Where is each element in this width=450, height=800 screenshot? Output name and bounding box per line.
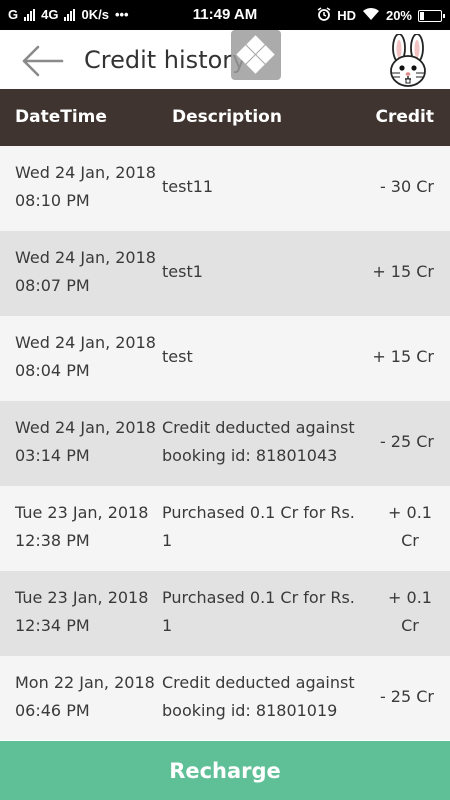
row-description-line: booking id: 81801019 xyxy=(162,701,338,720)
column-header-description: Description xyxy=(172,107,282,127)
row-description: test1 xyxy=(162,258,367,286)
row-credit: - 25 Cr xyxy=(354,428,434,456)
row-date: Tue 23 Jan, 2018 xyxy=(15,588,149,607)
row-description-line: booking id: 81801043 xyxy=(162,446,338,465)
row-credit-line: - 30 Cr xyxy=(379,177,434,196)
row-datetime: Tue 23 Jan, 2018 12:34 PM xyxy=(15,584,165,640)
row-datetime: Wed 24 Jan, 2018 08:10 PM xyxy=(15,159,165,215)
row-credit-line: Cr xyxy=(401,531,419,550)
row-description-line: Credit deducted against xyxy=(162,418,355,437)
row-time: 12:38 PM xyxy=(15,531,90,550)
row-time: 08:10 PM xyxy=(15,191,90,210)
row-credit: + 0.1 Cr xyxy=(380,499,440,555)
row-description: Purchased 0.1 Cr for Rs. 1 xyxy=(162,499,367,555)
row-credit-line: Cr xyxy=(401,616,419,635)
table-row[interactable]: Wed 24 Jan, 2018 08:07 PM test1 + 15 Cr xyxy=(0,231,450,316)
row-description-line: Purchased 0.1 Cr for Rs. xyxy=(162,588,355,607)
row-description: test xyxy=(162,343,367,371)
row-datetime: Wed 24 Jan, 2018 08:07 PM xyxy=(15,244,165,300)
credit-history-list[interactable]: Wed 24 Jan, 2018 08:10 PM test11 - 30 Cr… xyxy=(0,146,450,740)
column-header-credit: Credit xyxy=(375,107,434,127)
alarm-icon xyxy=(317,7,331,24)
row-description-line: test1 xyxy=(162,262,203,281)
row-date: Wed 24 Jan, 2018 xyxy=(15,248,156,267)
table-row[interactable]: Wed 24 Jan, 2018 03:14 PM Credit deducte… xyxy=(0,401,450,486)
row-time: 12:34 PM xyxy=(15,616,90,635)
row-description-line: test xyxy=(162,347,193,366)
row-date: Wed 24 Jan, 2018 xyxy=(15,333,156,352)
row-description: Credit deducted against booking id: 8180… xyxy=(162,414,367,470)
row-credit-line: + 0.1 xyxy=(388,588,432,607)
row-credit-line: + 15 Cr xyxy=(372,262,434,281)
table-row[interactable]: Tue 23 Jan, 2018 12:38 PM Purchased 0.1 … xyxy=(0,486,450,571)
row-credit-line: + 0.1 xyxy=(388,503,432,522)
arrow-left-icon xyxy=(22,45,64,77)
battery-icon xyxy=(418,9,445,22)
page-title: Credit history xyxy=(84,46,247,74)
row-date: Mon 22 Jan, 2018 xyxy=(15,673,155,692)
row-description: Credit deducted against booking id: 8180… xyxy=(162,669,367,725)
row-datetime: Wed 24 Jan, 2018 08:04 PM xyxy=(15,329,165,385)
row-time: 03:14 PM xyxy=(15,446,90,465)
row-credit: + 0.1 Cr xyxy=(380,584,440,640)
wifi-icon xyxy=(362,7,380,24)
table-header: DateTime Description Credit xyxy=(0,89,450,146)
status-bar: G 4G 0K/s ••• 11:49 AM HD 20% xyxy=(0,0,450,30)
row-datetime: Mon 22 Jan, 2018 06:46 PM xyxy=(15,669,165,725)
row-date: Wed 24 Jan, 2018 xyxy=(15,418,156,437)
row-credit: + 15 Cr xyxy=(354,258,434,286)
row-description-line: Purchased 0.1 Cr for Rs. xyxy=(162,503,355,522)
row-datetime: Tue 23 Jan, 2018 12:38 PM xyxy=(15,499,165,555)
table-row[interactable]: Wed 24 Jan, 2018 08:10 PM test11 - 30 Cr xyxy=(0,146,450,231)
app-bar: Credit history xyxy=(0,30,450,89)
row-date: Wed 24 Jan, 2018 xyxy=(15,163,156,182)
back-button[interactable] xyxy=(18,44,66,78)
row-credit-line: + 15 Cr xyxy=(372,347,434,366)
row-description: Purchased 0.1 Cr for Rs. 1 xyxy=(162,584,367,640)
row-datetime: Wed 24 Jan, 2018 03:14 PM xyxy=(15,414,165,470)
table-row[interactable]: Wed 24 Jan, 2018 08:04 PM test + 15 Cr xyxy=(0,316,450,401)
floating-diamond-icon[interactable] xyxy=(231,30,281,80)
row-credit-line: - 25 Cr xyxy=(379,432,434,451)
table-row[interactable]: Mon 22 Jan, 2018 06:46 PM Credit deducte… xyxy=(0,656,450,740)
status-right: HD 20% xyxy=(317,7,445,24)
row-description-line: 1 xyxy=(162,531,173,550)
row-time: 06:46 PM xyxy=(15,701,90,720)
hd-label: HD xyxy=(337,8,356,23)
column-header-datetime: DateTime xyxy=(15,107,107,127)
row-credit: + 15 Cr xyxy=(354,343,434,371)
row-time: 08:04 PM xyxy=(15,361,90,380)
row-description-line: test11 xyxy=(162,177,214,196)
row-credit: - 30 Cr xyxy=(354,173,434,201)
row-credit-line: - 25 Cr xyxy=(379,687,434,706)
row-time: 08:07 PM xyxy=(15,276,90,295)
row-description: test11 xyxy=(162,173,367,201)
battery-percent: 20% xyxy=(385,8,412,23)
table-row[interactable]: Tue 23 Jan, 2018 12:34 PM Purchased 0.1 … xyxy=(0,571,450,656)
row-date: Tue 23 Jan, 2018 xyxy=(15,503,149,522)
row-credit: - 25 Cr xyxy=(354,683,434,711)
row-description-line: Credit deducted against xyxy=(162,673,355,692)
recharge-button[interactable]: Recharge xyxy=(0,741,450,800)
rabbit-logo-icon xyxy=(380,33,436,88)
row-description-line: 1 xyxy=(162,616,173,635)
